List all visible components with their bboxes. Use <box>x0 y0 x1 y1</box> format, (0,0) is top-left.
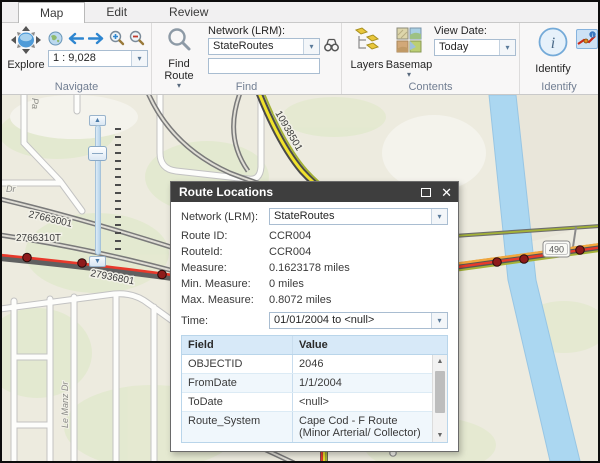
basemap-dropdown-icon: ▾ <box>406 70 411 79</box>
network-lrm-combobox[interactable]: StateRoutes ▾ <box>208 38 320 55</box>
routeid-value: CCR004 <box>269 246 312 258</box>
navigate-group-label: Navigate <box>54 81 99 93</box>
ribbon-group-contents: Layers Basemap ▾ View Date: Today ▾ Cont… <box>342 23 520 94</box>
identify-route-locations-icon: i <box>577 31 596 45</box>
dialog-field-row: Measure: 0.1623178 miles <box>181 262 350 274</box>
route-locations-title-bar[interactable]: Route Locations ✕ <box>171 182 458 202</box>
street-label-dr: Dr <box>6 184 16 194</box>
find-group-label: Find <box>235 81 258 93</box>
route-id-input[interactable] <box>208 58 320 74</box>
binoculars-icon[interactable] <box>324 38 339 57</box>
find-route-magnifier-icon <box>166 27 192 58</box>
column-header-field[interactable]: Field <box>182 336 292 354</box>
route-locations-dialog: Route Locations ✕ Network (LRM): StateRo… <box>170 181 459 452</box>
dialog-field-row: Max. Measure: 0.8072 miles <box>181 294 332 306</box>
layers-icon <box>353 27 381 59</box>
network-lrm-dropdown-icon[interactable]: ▾ <box>303 39 319 54</box>
measure-value: 0.1623178 miles <box>269 262 350 274</box>
table-scrollbar[interactable]: ▲ ▼ <box>432 355 447 442</box>
scrollbar-down-icon[interactable]: ▼ <box>433 429 447 442</box>
next-extent-arrow-icon[interactable] <box>87 32 105 50</box>
zoom-slider-thumb[interactable] <box>88 146 107 161</box>
table-row[interactable]: ToDate <null> <box>182 393 432 412</box>
dialog-time-label: Time: <box>181 314 209 327</box>
attribute-table: Field Value OBJECTID 2046 FromDate 1/1/2… <box>181 335 448 443</box>
ribbon-group-identify: i Identify i Identify <box>520 23 598 94</box>
basemap-button[interactable]: Basemap ▾ <box>386 27 432 79</box>
svg-text:i: i <box>551 35 555 52</box>
tab-review[interactable]: Review <box>148 2 229 22</box>
fixed-zoom-in-icon[interactable] <box>109 30 125 51</box>
basemap-icon <box>396 27 423 59</box>
map-scale-dropdown-icon[interactable]: ▾ <box>131 51 147 66</box>
view-date-combobox[interactable]: Today ▾ <box>434 39 516 56</box>
map-scale-combobox[interactable]: 1 : 9,028 ▾ <box>48 50 148 67</box>
street-label-pa: Pa <box>30 98 40 109</box>
identify-group-label: Identify <box>541 81 577 93</box>
dialog-network-combobox[interactable]: StateRoutes ▾ <box>269 208 448 225</box>
explore-icon <box>10 26 42 59</box>
maximize-icon[interactable] <box>421 187 432 197</box>
dialog-title: Route Locations <box>179 185 274 199</box>
column-header-value[interactable]: Value <box>292 336 447 354</box>
ribbon-group-navigate: Explore 1: 9,028 ▾ Navigate <box>2 23 152 94</box>
identify-icon: i <box>537 26 569 63</box>
full-extent-globe-icon[interactable] <box>48 31 63 51</box>
table-row[interactable]: OBJECTID 2046 <box>182 355 432 374</box>
table-row[interactable]: Route_System Cape Cod - F Route (Minor A… <box>182 412 432 442</box>
ribbon-group-find: Find Route ▾ Network (LRM): StateRoutes … <box>152 23 342 94</box>
zoom-slider-ticks <box>115 128 121 255</box>
attribute-table-header: Field Value <box>182 336 447 355</box>
layers-button[interactable]: Layers <box>348 27 386 71</box>
ribbon: Explore 1: 9,028 ▾ Navigate Find Route … <box>2 23 598 95</box>
identify-button[interactable]: i Identify <box>532 26 574 75</box>
map-view[interactable]: 490 27663001 2766310T 27936801 10938501 … <box>2 95 598 461</box>
ribbon-tab-strip: Map Edit Review <box>2 2 598 23</box>
dialog-time-combobox[interactable]: 01/01/2004 to <null> ▾ <box>269 312 448 329</box>
view-date-dropdown-icon[interactable]: ▾ <box>499 40 515 55</box>
dialog-body: Network (LRM): StateRoutes ▾ Route ID: C… <box>171 202 458 451</box>
scrollbar-up-icon[interactable]: ▲ <box>433 355 447 368</box>
contents-group-label: Contents <box>408 81 453 93</box>
find-route-button[interactable]: Find Route ▾ <box>158 27 200 90</box>
dialog-field-row: Min. Measure: 0 miles <box>181 278 304 290</box>
fixed-zoom-out-icon[interactable] <box>129 30 145 51</box>
close-icon[interactable]: ✕ <box>441 186 452 199</box>
route-id-value: CCR004 <box>269 230 312 242</box>
explore-button[interactable]: Explore <box>6 26 46 71</box>
dialog-network-label: Network (LRM): <box>181 210 259 223</box>
min-measure-value: 0 miles <box>269 278 304 290</box>
zoom-slider-down-button[interactable]: ▼ <box>89 256 106 267</box>
scrollbar-thumb[interactable] <box>435 371 445 413</box>
svg-text:490: 490 <box>549 245 564 255</box>
dialog-network-dropdown-icon[interactable]: ▾ <box>431 209 447 224</box>
table-row[interactable]: FromDate 1/1/2004 <box>182 374 432 393</box>
network-lrm-label: Network (LRM): <box>208 25 286 37</box>
tab-edit[interactable]: Edit <box>85 2 148 22</box>
route-shield-490: 490 <box>542 240 571 258</box>
tab-map[interactable]: Map <box>18 2 86 23</box>
application-window: Map Edit Review Explore 1: 9,028 ▾ Navi… <box>0 0 600 463</box>
route-label-2766310t: 2766310T <box>16 233 61 244</box>
previous-extent-arrow-icon[interactable] <box>67 32 85 50</box>
identify-route-locations-button[interactable]: i <box>576 29 598 49</box>
dialog-field-row: RouteId: CCR004 <box>181 246 312 258</box>
max-measure-value: 0.8072 miles <box>269 294 332 306</box>
map-zoom-slider: ▲ ▼ <box>87 115 127 267</box>
zoom-slider-track[interactable] <box>95 125 101 255</box>
view-date-label: View Date: <box>434 25 487 37</box>
dialog-field-row: Route ID: CCR004 <box>181 230 312 242</box>
street-label-le-manz-dr: Le Manz Dr <box>60 380 70 428</box>
dialog-time-dropdown-icon[interactable]: ▾ <box>431 313 447 328</box>
